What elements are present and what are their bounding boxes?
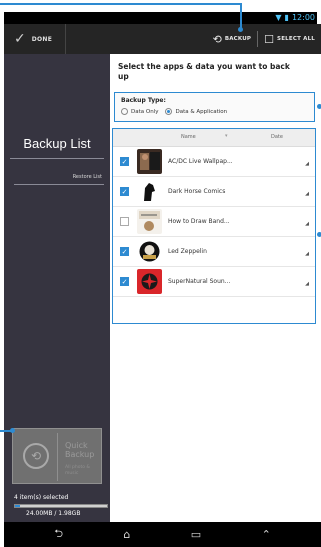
quick-backup-divider: [57, 433, 58, 481]
led-zeppelin-icon: [137, 239, 162, 264]
expand-icon[interactable]: ◢: [305, 191, 309, 197]
done-label: DONE: [31, 35, 53, 43]
checkbox[interactable]: ✓: [120, 247, 129, 256]
navigation-bar: ⮌ ⌂ ▭ ⌃: [4, 522, 321, 547]
quick-backup-subtitle: All photo & music: [65, 465, 90, 476]
selected-count: 4 item(s) selected: [14, 494, 69, 501]
radio-data-only[interactable]: [121, 108, 128, 115]
radio-data-and-application[interactable]: [165, 108, 173, 115]
recent-apps-icon[interactable]: ▭: [191, 528, 201, 541]
callout-line: [0, 3, 241, 5]
item-name: SuperNatural Soun...: [168, 278, 231, 285]
backup-type-label: Backup Type:: [121, 97, 166, 104]
home-icon[interactable]: ⌂: [123, 528, 130, 541]
radio-data-only-label: Data Only: [131, 108, 159, 115]
item-name: Led Zeppelin: [168, 248, 207, 255]
sidebar-item-restore-list[interactable]: Restore List: [73, 174, 102, 180]
backup-type-options: Data Only Data & Application: [121, 108, 227, 115]
list-item[interactable]: ✓ AC/DC Live Wallpap... ◢: [113, 147, 315, 177]
status-bar-strip: [4, 12, 317, 24]
select-all-button[interactable]: ☐ SELECT ALL: [258, 24, 321, 54]
storage-size: 24.00MB / 1.98GB: [26, 510, 81, 517]
checkbox[interactable]: [120, 217, 129, 226]
backup-icon: ⟲: [212, 32, 222, 46]
backup-panel: Select the apps & data you want to back …: [110, 54, 321, 522]
radio-data-and-application-label: Data & Application: [175, 108, 228, 115]
quick-backup-button[interactable]: ⟲ Quick Backup All photo & music: [12, 428, 102, 484]
wifi-icon: ▼: [275, 13, 282, 22]
item-name: AC/DC Live Wallpap...: [168, 158, 233, 165]
how-to-draw-icon: [137, 209, 162, 234]
acdc-icon: [137, 149, 162, 174]
expand-icon[interactable]: ◢: [305, 161, 309, 167]
action-bar: ✓ DONE ⟲ BACKUP ☐ SELECT ALL: [4, 24, 321, 54]
sidebar-divider: [14, 184, 104, 185]
quick-backup-icon: ⟲: [23, 443, 49, 469]
list-item[interactable]: ✓ SuperNatural Soun... ◢: [113, 267, 315, 297]
sort-arrow-icon[interactable]: ▾: [225, 133, 228, 139]
select-all-icon: ☐: [264, 32, 275, 46]
quick-backup-title: Quick Backup: [65, 441, 95, 459]
column-name[interactable]: Name: [181, 134, 196, 140]
callout-line: [240, 3, 242, 29]
panel-heading: Select the apps & data you want to back …: [118, 62, 290, 81]
sidebar: Backup List Restore List ⟲ Quick Backup …: [4, 54, 110, 522]
callout-dot: [10, 428, 15, 433]
sidebar-title-backup-list[interactable]: Backup List: [4, 136, 110, 151]
list-item[interactable]: How to Draw Band... ◢: [113, 207, 315, 237]
checkbox[interactable]: ✓: [120, 157, 129, 166]
battery-icon: ▮: [284, 13, 289, 22]
sidebar-divider: [10, 158, 104, 159]
list-item[interactable]: ✓ Dark Horse Comics ◢: [113, 177, 315, 207]
backup-button[interactable]: ⟲ BACKUP: [207, 24, 258, 54]
menu-icon[interactable]: ⌃: [262, 528, 271, 541]
item-name: Dark Horse Comics: [168, 188, 226, 195]
item-name: How to Draw Band...: [168, 218, 230, 225]
callout-dot: [238, 27, 243, 32]
app-list: Name ▾ Date ✓ AC/DC Live Wallpap... ◢ ✓ …: [112, 128, 316, 324]
backup-type-box: Backup Type: Data Only Data & Applicatio…: [114, 92, 315, 122]
status-icons: ▼ ▮ 12:00: [275, 12, 315, 24]
backup-label: BACKUP: [224, 36, 252, 42]
expand-icon[interactable]: ◢: [305, 221, 309, 227]
expand-icon[interactable]: ◢: [305, 281, 309, 287]
checkbox[interactable]: ✓: [120, 277, 129, 286]
storage-progress-bar: [14, 504, 108, 508]
callout-dot: [317, 104, 321, 109]
list-header: Name ▾ Date: [113, 129, 315, 147]
done-button[interactable]: ✓ DONE: [4, 24, 66, 54]
callout-dot: [317, 232, 321, 237]
column-date[interactable]: Date: [271, 134, 283, 140]
select-all-label: SELECT ALL: [277, 36, 315, 42]
expand-icon[interactable]: ◢: [305, 251, 309, 257]
supernatural-icon: [137, 269, 162, 294]
list-item[interactable]: ✓ Led Zeppelin ◢: [113, 237, 315, 267]
status-time: 12:00: [291, 13, 315, 22]
checkbox[interactable]: ✓: [120, 187, 129, 196]
check-icon: ✓: [14, 31, 26, 47]
back-icon[interactable]: ⮌: [54, 525, 63, 544]
dark-horse-icon: [137, 179, 162, 204]
storage-progress-fill: [15, 505, 20, 507]
